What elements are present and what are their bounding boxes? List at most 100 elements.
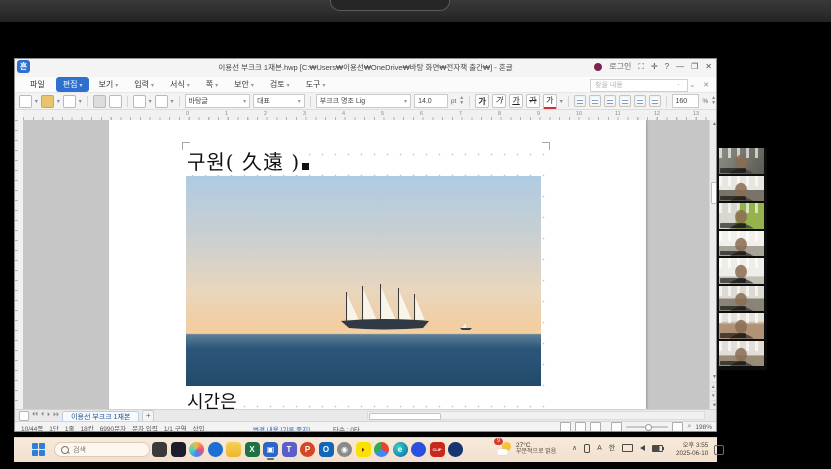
participant-video-tile[interactable] (719, 286, 764, 312)
last-tab-icon[interactable]: ⏵⏵ (53, 412, 59, 419)
task-view-icon[interactable] (152, 442, 167, 457)
prev-tab-icon[interactable]: ⏴ (41, 412, 44, 419)
view-wide-icon[interactable] (590, 422, 601, 432)
strike-button[interactable]: 가 (526, 94, 540, 108)
zoom-in-button[interactable] (672, 422, 683, 432)
powerpoint-icon[interactable]: P (300, 442, 315, 457)
contacts-icon[interactable]: ▣ (263, 442, 278, 457)
menu-item[interactable]: 파일 (23, 77, 54, 92)
horizontal-scrollbar[interactable] (367, 411, 705, 420)
next-page-button[interactable]: ▼▼ (711, 391, 717, 400)
tray-chevron-icon[interactable]: ∧ (572, 444, 577, 452)
menu-item[interactable]: 검토▾ (263, 77, 297, 92)
clip-icon[interactable]: CLIP (430, 442, 445, 457)
align-justify-icon[interactable] (574, 95, 586, 107)
align-distribute-icon[interactable] (634, 95, 646, 107)
speaker-icon[interactable] (640, 445, 645, 451)
font-size-input[interactable]: 14.0 (414, 94, 448, 108)
view-normal-icon[interactable] (560, 422, 571, 432)
zoom-out-button[interactable] (611, 422, 622, 432)
participant-video-tile[interactable] (719, 341, 764, 367)
sailboat-photo[interactable] (186, 176, 541, 386)
battery-icon[interactable] (652, 445, 663, 452)
whale-icon[interactable] (411, 442, 426, 457)
login-button[interactable]: 로그인 (609, 61, 631, 72)
menu-item[interactable]: 보기▾ (91, 77, 125, 92)
file-explorer-icon[interactable] (226, 442, 241, 457)
prev-page-button[interactable]: ▲▲ (711, 382, 717, 391)
bold-button[interactable]: 가 (475, 94, 489, 108)
align-divide-icon[interactable] (649, 95, 661, 107)
scroll-down-icon[interactable]: ▼ (711, 373, 717, 381)
participant-video-tile[interactable] (719, 176, 764, 202)
chrome-icon[interactable] (374, 442, 389, 457)
open-file-icon[interactable] (41, 95, 54, 108)
align-center-icon[interactable] (604, 95, 616, 107)
print-icon[interactable] (93, 95, 106, 108)
excel-icon[interactable]: X (245, 442, 260, 457)
participant-video-tile[interactable] (719, 258, 764, 284)
zoom-slider-thumb[interactable] (645, 424, 652, 431)
line-spacing-input[interactable]: 160 (672, 94, 700, 108)
font-color-button[interactable]: 가 (543, 94, 557, 109)
outline-select[interactable]: 대표▾ (253, 94, 305, 108)
notification-center-icon[interactable] (714, 445, 724, 455)
layout-icon[interactable] (19, 411, 29, 421)
first-tab-icon[interactable]: ⏴⏴ (32, 412, 38, 419)
view-page-icon[interactable] (575, 422, 586, 432)
photos-app-icon[interactable] (171, 442, 186, 457)
line-spacing-stepper[interactable]: ▲▼ (711, 96, 716, 106)
align-right-icon[interactable] (619, 95, 631, 107)
undo-icon[interactable] (133, 95, 146, 108)
help-icon[interactable]: ? (665, 62, 669, 71)
display-icon[interactable] (622, 444, 633, 452)
restore-button[interactable]: ❐ (691, 62, 698, 71)
outlook-icon[interactable]: O (319, 442, 334, 457)
new-document-icon[interactable] (19, 95, 32, 108)
teams-icon[interactable]: T (282, 442, 297, 457)
align-left-icon[interactable] (589, 95, 601, 107)
edge-icon[interactable]: e (393, 442, 408, 457)
find-input[interactable]: 찾을 내용 (590, 79, 688, 92)
hscrollbar-thumb[interactable] (369, 413, 441, 420)
document-area[interactable]: 구원( 久遠 ) (23, 120, 709, 409)
participant-video-tile[interactable] (719, 231, 764, 257)
microphone-icon[interactable] (584, 444, 590, 453)
font-size-stepper[interactable]: ▲▼ (459, 96, 464, 106)
menu-item[interactable]: 보안▾ (227, 77, 261, 92)
participant-video-tile[interactable] (719, 313, 764, 339)
zoom-slider[interactable] (626, 426, 668, 428)
new-tab-button[interactable]: + (142, 410, 154, 422)
underline-button[interactable]: 가 (509, 94, 523, 108)
ime-korean-indicator[interactable]: 한 (609, 443, 615, 453)
document-paragraph[interactable]: 시간은 (187, 388, 237, 409)
participant-video-tile[interactable] (719, 203, 764, 229)
find-controls[interactable]: ㆍ ⌄ ✕ (675, 80, 712, 90)
scroll-up-icon[interactable]: ▲ (711, 120, 717, 128)
taskbar-clock[interactable]: 오후 3:55 2025-06-10 (676, 442, 708, 458)
italic-button[interactable]: 가 (492, 94, 506, 108)
redo-icon[interactable] (155, 95, 168, 108)
change-log-status[interactable]: 변경 내용 [기록 중지] (253, 424, 310, 433)
menu-item[interactable]: 서식▾ (163, 77, 197, 92)
fullscreen-icon[interactable]: ⛶ (638, 62, 644, 72)
weather-widget[interactable]: 9 27°C 부분적으로 맑음 (497, 441, 556, 456)
font-select[interactable]: 부크크 명조 Lig▾ (316, 94, 411, 108)
profile-icon[interactable] (594, 63, 602, 71)
menu-item[interactable]: 편집▾ (56, 77, 90, 92)
start-button[interactable] (32, 443, 46, 457)
zoom-percentage[interactable]: 198% (695, 424, 712, 431)
page-nav-button[interactable]: ■ (711, 400, 717, 409)
document-page[interactable]: 구원( 久遠 ) (109, 120, 646, 409)
preview-icon[interactable] (109, 95, 122, 108)
kakaotalk-icon[interactable]: ◗ (356, 442, 371, 457)
document-heading[interactable]: 구원( 久遠 ) (187, 146, 309, 175)
settings-icon[interactable]: ◉ (337, 442, 352, 457)
move-icon[interactable]: ✛ (651, 62, 658, 71)
style-select[interactable]: 바탕글▾ (185, 94, 251, 108)
magnifier-icon[interactable]: ⌕ (687, 423, 691, 431)
minimize-button[interactable]: — (676, 62, 684, 71)
taskbar-search-input[interactable]: 검색 (54, 442, 150, 457)
close-button[interactable]: ✕ (705, 62, 712, 71)
zoom-icon[interactable] (448, 442, 463, 457)
